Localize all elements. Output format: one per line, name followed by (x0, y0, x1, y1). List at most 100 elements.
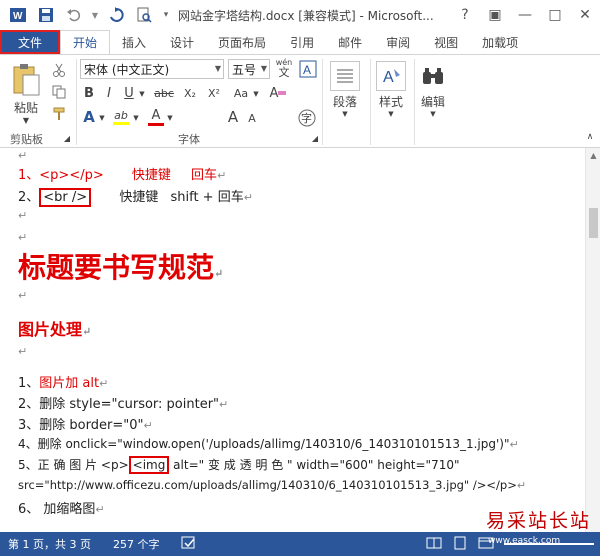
styles-icon[interactable]: A (376, 61, 406, 91)
paragraph-icon[interactable] (330, 61, 360, 91)
item1-number: 1、 (18, 376, 40, 391)
tab-addins[interactable]: 加载项 (470, 30, 530, 54)
highlight-dropdown-icon[interactable]: ▼ (132, 111, 140, 125)
change-case-dropdown-icon[interactable]: ▼ (252, 87, 260, 101)
empty-paragraph-mark: ↵ (18, 289, 28, 302)
tab-home[interactable]: 开始 (60, 30, 111, 54)
doc-line-2: 2、 <br /> 快捷键 shift + 回车↵ (18, 188, 253, 207)
strikethrough-button[interactable]: abc (152, 83, 176, 103)
item4-number: 4、 (18, 437, 38, 451)
grow-font-button[interactable]: A (224, 107, 242, 127)
clear-formatting-button[interactable]: A (268, 83, 288, 103)
underline-button[interactable]: U (120, 83, 138, 103)
close-icon[interactable]: ✕ (570, 0, 600, 30)
line2-shortcut-key: shift + 回车 (170, 190, 244, 205)
font-launcher-icon[interactable]: ◢ (310, 133, 320, 143)
list-item: 6、 加缩略图↵ (18, 502, 105, 517)
paste-button-label[interactable]: 粘贴 (10, 99, 42, 115)
word-count[interactable]: 257 个字 (113, 536, 160, 552)
scroll-thumb[interactable] (589, 208, 598, 238)
line1-number: 1、 (18, 168, 40, 183)
proofing-icon[interactable] (181, 536, 197, 553)
ribbon-tabs: 文件 开始 插入 设计 页面布局 引用 邮件 审阅 视图 加载项 (0, 30, 600, 54)
scroll-up-icon[interactable]: ▲ (586, 148, 600, 162)
list-item: 3、删除 border="0"↵ (18, 418, 153, 433)
clear-formatting-label: A (269, 85, 279, 101)
underline-dropdown-icon[interactable]: ▼ (138, 87, 146, 101)
undo-dropdown-icon[interactable]: ▼ (90, 3, 100, 27)
quick-access-toolbar: W ▼ ▾ (0, 0, 172, 30)
item5-text-c: src="http://www.officezu.com/uploads/all… (18, 478, 517, 492)
styles-button-label[interactable]: 样式 (372, 93, 410, 109)
phonetic-guide-char: 文 (278, 65, 290, 79)
tab-design[interactable]: 设计 (158, 30, 206, 54)
help-icon[interactable]: ? (450, 0, 480, 30)
tab-review[interactable]: 审阅 (374, 30, 422, 54)
styles-dropdown-icon[interactable]: ▼ (386, 109, 396, 119)
minimize-icon[interactable]: — (510, 0, 540, 30)
font-size-combo[interactable]: 五号 ▼ (228, 59, 270, 79)
copy-icon[interactable] (50, 83, 68, 101)
window-title: 网站金字塔结构.docx [兼容模式] - Microsoft... (178, 8, 434, 23)
list-item: 5、正 确 图 片 <p> <img alt=" 变 成 透 明 色 " widt… (18, 456, 460, 474)
character-border-icon[interactable]: A (298, 59, 318, 79)
paste-dropdown-icon[interactable]: ▼ (20, 115, 32, 125)
collapse-ribbon-icon[interactable]: ∧ (584, 131, 596, 143)
tab-insert[interactable]: 插入 (110, 30, 158, 54)
italic-button[interactable]: I (100, 83, 118, 103)
binoculars-icon[interactable] (418, 61, 448, 91)
subscript-button[interactable]: X₂ (180, 83, 200, 103)
item2-number: 2、 (18, 397, 40, 412)
item5-text-a: 正 确 图 片 <p> (37, 458, 129, 472)
subheading-text: 图片处理 (18, 320, 83, 339)
read-mode-icon[interactable] (426, 536, 442, 553)
maximize-icon[interactable]: □ (540, 0, 570, 30)
enclose-characters-label: 字 (301, 112, 312, 125)
document-page[interactable]: ↵ 1、<p></p> 快捷键 回车↵ 2、 <br /> 快捷键 shift +… (0, 148, 585, 532)
clipboard-launcher-icon[interactable]: ◢ (62, 133, 72, 143)
customize-qat-icon[interactable]: ▾ (160, 3, 172, 27)
format-painter-icon[interactable] (50, 105, 68, 123)
undo-icon[interactable] (62, 3, 86, 27)
paragraph-dropdown-icon[interactable]: ▼ (340, 109, 350, 119)
highlight-button[interactable]: ab (110, 107, 132, 127)
font-name-combo[interactable]: 宋体 (中文正文) ▼ (80, 59, 224, 79)
tab-mailings[interactable]: 邮件 (326, 30, 374, 54)
font-color-dropdown-icon[interactable]: ▼ (166, 111, 174, 125)
paragraph-button-label[interactable]: 段落 (326, 93, 364, 109)
bold-button[interactable]: B (80, 83, 98, 103)
vertical-scrollbar[interactable]: ▲ (585, 148, 600, 532)
tab-references[interactable]: 引用 (278, 30, 326, 54)
print-layout-icon[interactable] (452, 536, 468, 553)
tab-view[interactable]: 视图 (422, 30, 470, 54)
tab-page-layout[interactable]: 页面布局 (206, 30, 278, 54)
line1-code: <p></p> (39, 168, 104, 183)
phonetic-guide-button[interactable]: wén 文 (274, 57, 294, 79)
word-logo-icon[interactable]: W (6, 3, 30, 27)
tab-file[interactable]: 文件 (0, 30, 60, 54)
list-item-continuation: src="http://www.officezu.com/uploads/all… (18, 478, 527, 492)
font-color-button[interactable]: A (146, 107, 166, 127)
cut-icon[interactable] (50, 61, 68, 79)
line2-code-highlight: <br /> (39, 188, 92, 207)
superscript-button[interactable]: X² (204, 83, 224, 103)
print-preview-icon[interactable] (132, 3, 156, 27)
redo-icon[interactable] (104, 3, 128, 27)
paste-icon[interactable] (8, 61, 44, 99)
text-effects-dropdown-icon[interactable]: ▼ (98, 111, 106, 125)
list-item: 1、图片加 alt↵ (18, 376, 109, 391)
doc-subheading: 图片处理↵ (18, 320, 92, 339)
change-case-button[interactable]: Aa (230, 83, 252, 103)
ribbon-display-icon[interactable]: ▣ (480, 0, 510, 30)
enclose-characters-button[interactable]: 字 (296, 107, 318, 129)
editing-dropdown-icon[interactable]: ▼ (428, 109, 438, 119)
editing-button-label[interactable]: 编辑 (414, 93, 452, 109)
font-color-label: A (151, 108, 161, 123)
svg-text:A: A (383, 69, 394, 86)
page-count[interactable]: 第 1 页，共 3 页 (8, 536, 91, 552)
save-icon[interactable] (34, 3, 58, 27)
separator (76, 59, 77, 145)
shrink-font-button[interactable]: A (244, 109, 260, 127)
text-effects-button[interactable]: A (80, 107, 98, 127)
svg-text:W: W (13, 11, 23, 22)
